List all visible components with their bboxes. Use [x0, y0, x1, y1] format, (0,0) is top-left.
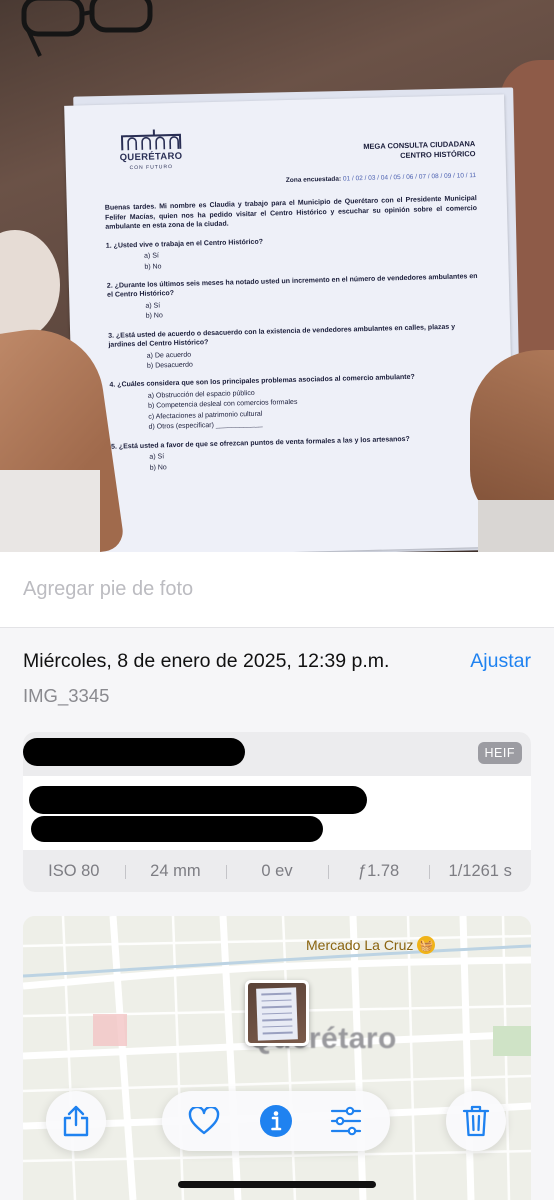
- right-sleeve: [478, 500, 554, 552]
- aqueduct-icon: [120, 129, 181, 151]
- logo-subtitle: CON FUTURO: [129, 163, 174, 171]
- sliders-icon: [330, 1106, 362, 1136]
- photo-view[interactable]: QUERÉTARO CON FUTURO MEGA CONSULTA CIUDA…: [0, 0, 554, 552]
- question-4: 4. ¿Cuáles considera que son los princip…: [109, 374, 415, 431]
- device-row: HEIF: [23, 732, 531, 776]
- exif-shutter: 1/1261 s: [429, 862, 531, 881]
- document-title: MEGA CONSULTA CIUDADANA CENTRO HISTÓRICO: [363, 139, 476, 161]
- share-button[interactable]: [46, 1091, 106, 1151]
- exif-iso: ISO 80: [48, 861, 100, 880]
- left-sleeve: [0, 470, 100, 552]
- share-icon: [63, 1105, 89, 1137]
- bottom-toolbar: [0, 1084, 554, 1200]
- question-1: 1. ¿Usted vive o trabaja en el Centro Hi…: [105, 238, 264, 271]
- favorite-button[interactable]: [186, 1103, 222, 1139]
- intro-paragraph: Buenas tardes. Mi nombre es Claudia y tr…: [104, 195, 478, 232]
- poi-label: Mercado La Cruz: [306, 937, 414, 953]
- background-beanie: [0, 230, 60, 340]
- zone-line: Zona encuestada: 01 / 02 / 03 / 04 / 05 …: [285, 171, 477, 184]
- question-3: 3. ¿Está usted de acuerdo o desacuerdo c…: [108, 323, 456, 370]
- format-badge: HEIF: [477, 742, 522, 764]
- home-indicator[interactable]: [178, 1181, 376, 1188]
- metadata-card: HEIF ISO 80 24 mm 0 ev ƒ1.78 1/1261 s: [23, 732, 531, 892]
- photo-info-screen: QUERÉTARO CON FUTURO MEGA CONSULTA CIUDA…: [0, 0, 554, 1200]
- heart-icon: [188, 1107, 220, 1135]
- exif-focal-length: 24 mm: [124, 862, 227, 881]
- map-poi[interactable]: Mercado La Cruz 🧺: [306, 936, 436, 954]
- question-2: 2. ¿Durante los últimos seis meses ha no…: [106, 273, 478, 321]
- caption-area[interactable]: Agregar pie de foto: [0, 552, 554, 628]
- basket-icon: 🧺: [417, 936, 436, 954]
- photo-location-thumbnail[interactable]: [245, 980, 309, 1046]
- exif-row: ISO 80 24 mm 0 ev ƒ1.78 1/1261 s: [23, 850, 531, 892]
- info-button[interactable]: [258, 1103, 294, 1139]
- delete-button[interactable]: [446, 1091, 506, 1151]
- redaction-bar: [23, 738, 245, 766]
- photo-date: Miércoles, 8 de enero de 2025, 12:39 p.m…: [23, 650, 390, 672]
- edit-button[interactable]: [328, 1103, 364, 1139]
- action-group: [162, 1091, 390, 1151]
- redaction-bar: [31, 816, 323, 842]
- question-5: 5. ¿Está usted a favor de que se ofrezca…: [111, 435, 410, 472]
- file-name: IMG_3345: [23, 685, 110, 706]
- caption-placeholder[interactable]: Agregar pie de foto: [23, 578, 193, 601]
- adjust-button[interactable]: Ajustar: [470, 650, 531, 673]
- exif-aperture: ƒ1.78: [327, 862, 430, 881]
- sunglasses-image: [21, 0, 153, 57]
- exif-exposure-bias: 0 ev: [226, 862, 328, 881]
- queretaro-logo: QUERÉTARO CON FUTURO: [103, 128, 199, 172]
- survey-document: QUERÉTARO CON FUTURO MEGA CONSULTA CIUDA…: [64, 94, 516, 552]
- redaction-bar: [29, 786, 367, 814]
- info-icon: [260, 1105, 292, 1137]
- trash-icon: [462, 1105, 490, 1137]
